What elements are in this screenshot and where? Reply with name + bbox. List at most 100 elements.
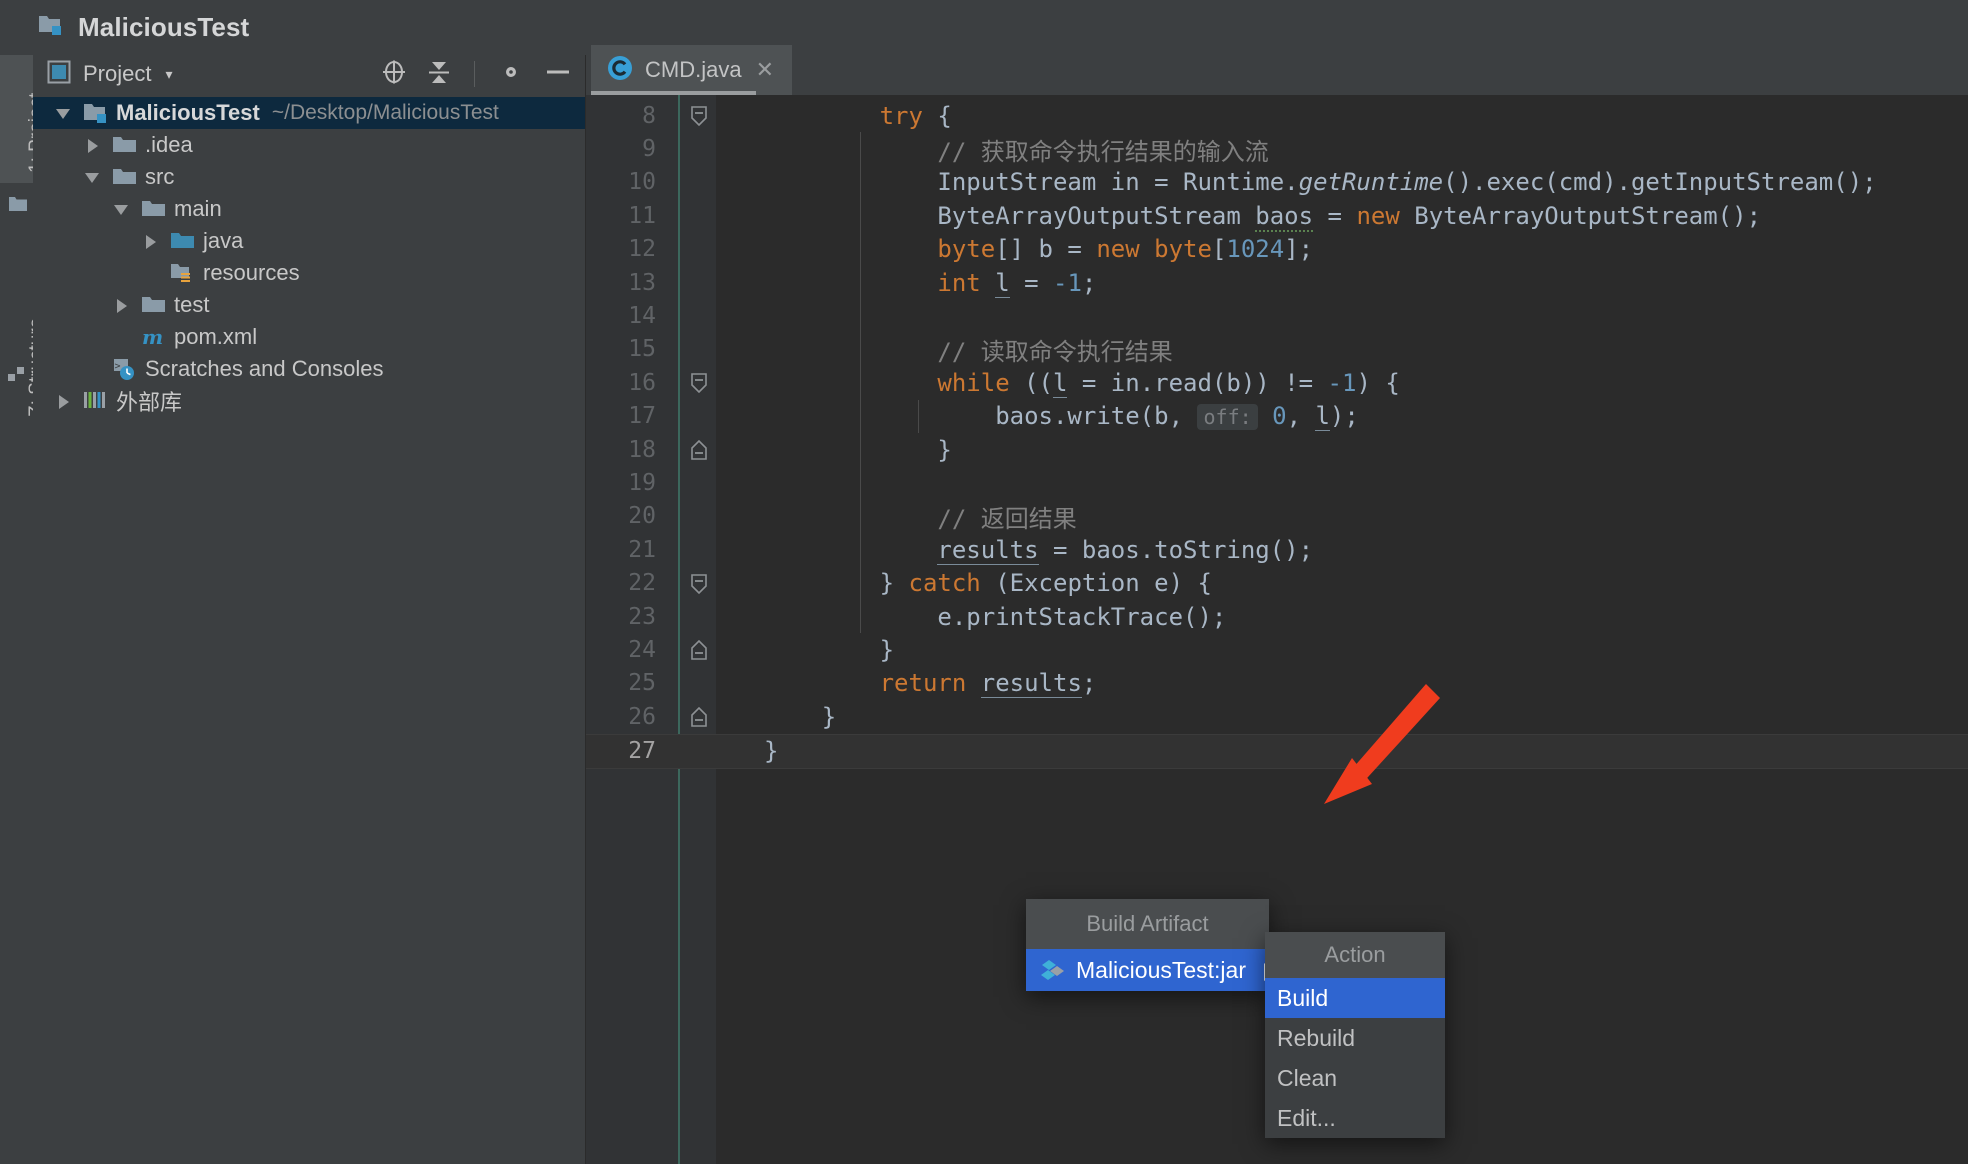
action-menu-item-label: Rebuild bbox=[1277, 1024, 1355, 1051]
action-menu-items[interactable]: Build Rebuild Clean Edit... bbox=[1265, 978, 1445, 1138]
indent-guide bbox=[860, 533, 861, 567]
line-number[interactable]: 17 bbox=[586, 403, 656, 429]
indent-guide bbox=[860, 165, 861, 200]
close-icon[interactable]: ✕ bbox=[756, 59, 774, 81]
action-menu-item-label: Clean bbox=[1277, 1064, 1338, 1091]
chevron-right-icon[interactable] bbox=[142, 232, 160, 250]
tree-node-idea[interactable]: .idea bbox=[33, 129, 585, 161]
fold-collapse-up-icon[interactable] bbox=[690, 707, 708, 727]
indent-guide bbox=[860, 600, 861, 634]
line-number[interactable]: 13 bbox=[586, 270, 656, 296]
line-number[interactable]: 26 bbox=[586, 704, 656, 730]
line-number[interactable]: 12 bbox=[586, 236, 656, 262]
line-number[interactable]: 8 bbox=[586, 103, 656, 129]
code-line: 18 } bbox=[586, 433, 1968, 466]
action-menu-item-clean[interactable]: Clean bbox=[1265, 1058, 1445, 1098]
line-number[interactable]: 14 bbox=[586, 303, 656, 329]
chevron-right-icon[interactable] bbox=[84, 136, 102, 154]
tree-node-label: resources bbox=[203, 260, 300, 285]
code-line: 27} bbox=[586, 733, 1968, 769]
tree-node-pom-xml[interactable]: m pom.xml bbox=[33, 321, 585, 353]
line-number[interactable]: 20 bbox=[586, 503, 656, 529]
indent-guide bbox=[860, 433, 861, 467]
line-number[interactable]: 15 bbox=[586, 336, 656, 362]
line-number[interactable]: 23 bbox=[586, 604, 656, 630]
indent-guide bbox=[860, 566, 861, 600]
tree-node-scratches-and-consoles[interactable]: >_ Scratches and Consoles bbox=[33, 353, 585, 385]
tree-node-resources[interactable]: resources bbox=[33, 257, 585, 289]
build-artifact-popup: Build Artifact MaliciousTest:jar ▶ bbox=[1026, 899, 1282, 991]
tree-node-[interactable]: 外部库 bbox=[33, 385, 585, 417]
tree-node-main[interactable]: main bbox=[33, 193, 585, 225]
build-artifact-popup-title: Build Artifact bbox=[1026, 899, 1269, 949]
tree-node-src[interactable]: src bbox=[33, 161, 585, 193]
fold-collapse-up-icon[interactable] bbox=[690, 440, 708, 460]
tree-node-path: ~/Desktop/MaliciousTest bbox=[271, 101, 499, 124]
editor-tab-bar: CMD.java ✕ bbox=[586, 40, 1968, 95]
line-number[interactable]: 18 bbox=[586, 437, 656, 463]
action-menu-item-rebuild[interactable]: Rebuild bbox=[1265, 1018, 1445, 1058]
line-number[interactable]: 10 bbox=[586, 169, 656, 195]
indent-guide bbox=[918, 399, 919, 433]
chevron-down-icon[interactable] bbox=[55, 104, 73, 122]
code-line: 10 InputStream in = Runtime.getRuntime()… bbox=[586, 166, 1968, 199]
hide-icon[interactable] bbox=[543, 58, 573, 91]
code-text: results = baos.toString(); bbox=[937, 535, 1314, 565]
code-line: 11 ByteArrayOutputStream baos = new Byte… bbox=[586, 199, 1968, 232]
idea-window: MaliciousTest 1: Project Z: Structure Pr… bbox=[0, 0, 1968, 1164]
code-line: 16 while ((l = in.read(b)) != -1) { bbox=[586, 366, 1968, 399]
code-text: } bbox=[764, 636, 895, 665]
line-number[interactable]: 11 bbox=[586, 203, 656, 229]
project-tree[interactable]: MaliciousTest ~/Desktop/MaliciousTest .ide… bbox=[33, 93, 585, 1164]
editor-tab-cmd-java[interactable]: CMD.java ✕ bbox=[591, 45, 793, 95]
line-number[interactable]: 24 bbox=[586, 637, 656, 663]
popup-item-malicioustest-jar[interactable]: MaliciousTest:jar ▶ bbox=[1026, 949, 1282, 991]
chevron-down-icon[interactable] bbox=[113, 200, 131, 218]
scratches-icon: >_ bbox=[112, 357, 138, 381]
code-line: 14 bbox=[586, 299, 1968, 332]
source-root-folder-icon bbox=[170, 229, 196, 253]
structure-icon bbox=[8, 365, 26, 388]
code-line: 21 results = baos.toString(); bbox=[586, 533, 1968, 566]
tree-node-java[interactable]: java bbox=[33, 225, 585, 257]
action-menu-item-build[interactable]: Build bbox=[1265, 978, 1445, 1018]
indent-guide bbox=[860, 466, 861, 500]
code-line: 24 } bbox=[586, 633, 1968, 666]
indent-guide bbox=[860, 232, 861, 266]
folder-icon bbox=[141, 293, 167, 317]
gear-icon[interactable] bbox=[497, 58, 525, 91]
indent-guide bbox=[860, 366, 861, 400]
maven-file-icon: m bbox=[141, 325, 167, 349]
indent-guide bbox=[860, 399, 861, 433]
indent-guide bbox=[860, 332, 861, 367]
module-folder-icon bbox=[38, 13, 64, 42]
fold-collapse-up-icon[interactable] bbox=[690, 640, 708, 661]
tree-node-test[interactable]: test bbox=[33, 289, 585, 321]
line-number[interactable]: 19 bbox=[586, 470, 656, 496]
action-menu-item-edit[interactable]: Edit... bbox=[1265, 1098, 1445, 1138]
line-number[interactable]: 27 bbox=[586, 738, 656, 764]
chevron-right-icon[interactable] bbox=[113, 296, 131, 314]
code-line: 17 baos.write(b, off: 0, l); bbox=[586, 400, 1968, 433]
code-text: } catch (Exception e) { bbox=[764, 569, 1212, 598]
code-text: // 返回结果 bbox=[764, 504, 1077, 533]
fold-collapse-down-icon[interactable] bbox=[690, 106, 708, 126]
fold-collapse-down-icon[interactable] bbox=[690, 573, 708, 594]
tree-node-label: .idea bbox=[145, 132, 193, 157]
line-number[interactable]: 25 bbox=[586, 670, 656, 696]
chevron-down-icon[interactable]: ▾ bbox=[165, 66, 172, 83]
project-view-selector-label[interactable]: Project bbox=[83, 61, 151, 87]
fold-collapse-down-icon[interactable] bbox=[690, 373, 708, 394]
tree-node-malicioustest[interactable]: MaliciousTest ~/Desktop/MaliciousTest bbox=[33, 97, 585, 129]
code-text: // 读取命令执行结果 bbox=[764, 337, 1173, 366]
module-folder-icon bbox=[83, 101, 109, 125]
line-number[interactable]: 21 bbox=[586, 537, 656, 563]
chevron-down-icon[interactable] bbox=[84, 168, 102, 186]
line-number[interactable]: 22 bbox=[586, 570, 656, 596]
locate-icon[interactable] bbox=[380, 58, 408, 91]
line-number[interactable]: 16 bbox=[586, 370, 656, 396]
chevron-right-icon[interactable] bbox=[55, 392, 73, 410]
line-number[interactable]: 9 bbox=[586, 136, 656, 162]
collapse-all-icon[interactable] bbox=[426, 58, 452, 91]
code-text: } bbox=[764, 737, 779, 766]
